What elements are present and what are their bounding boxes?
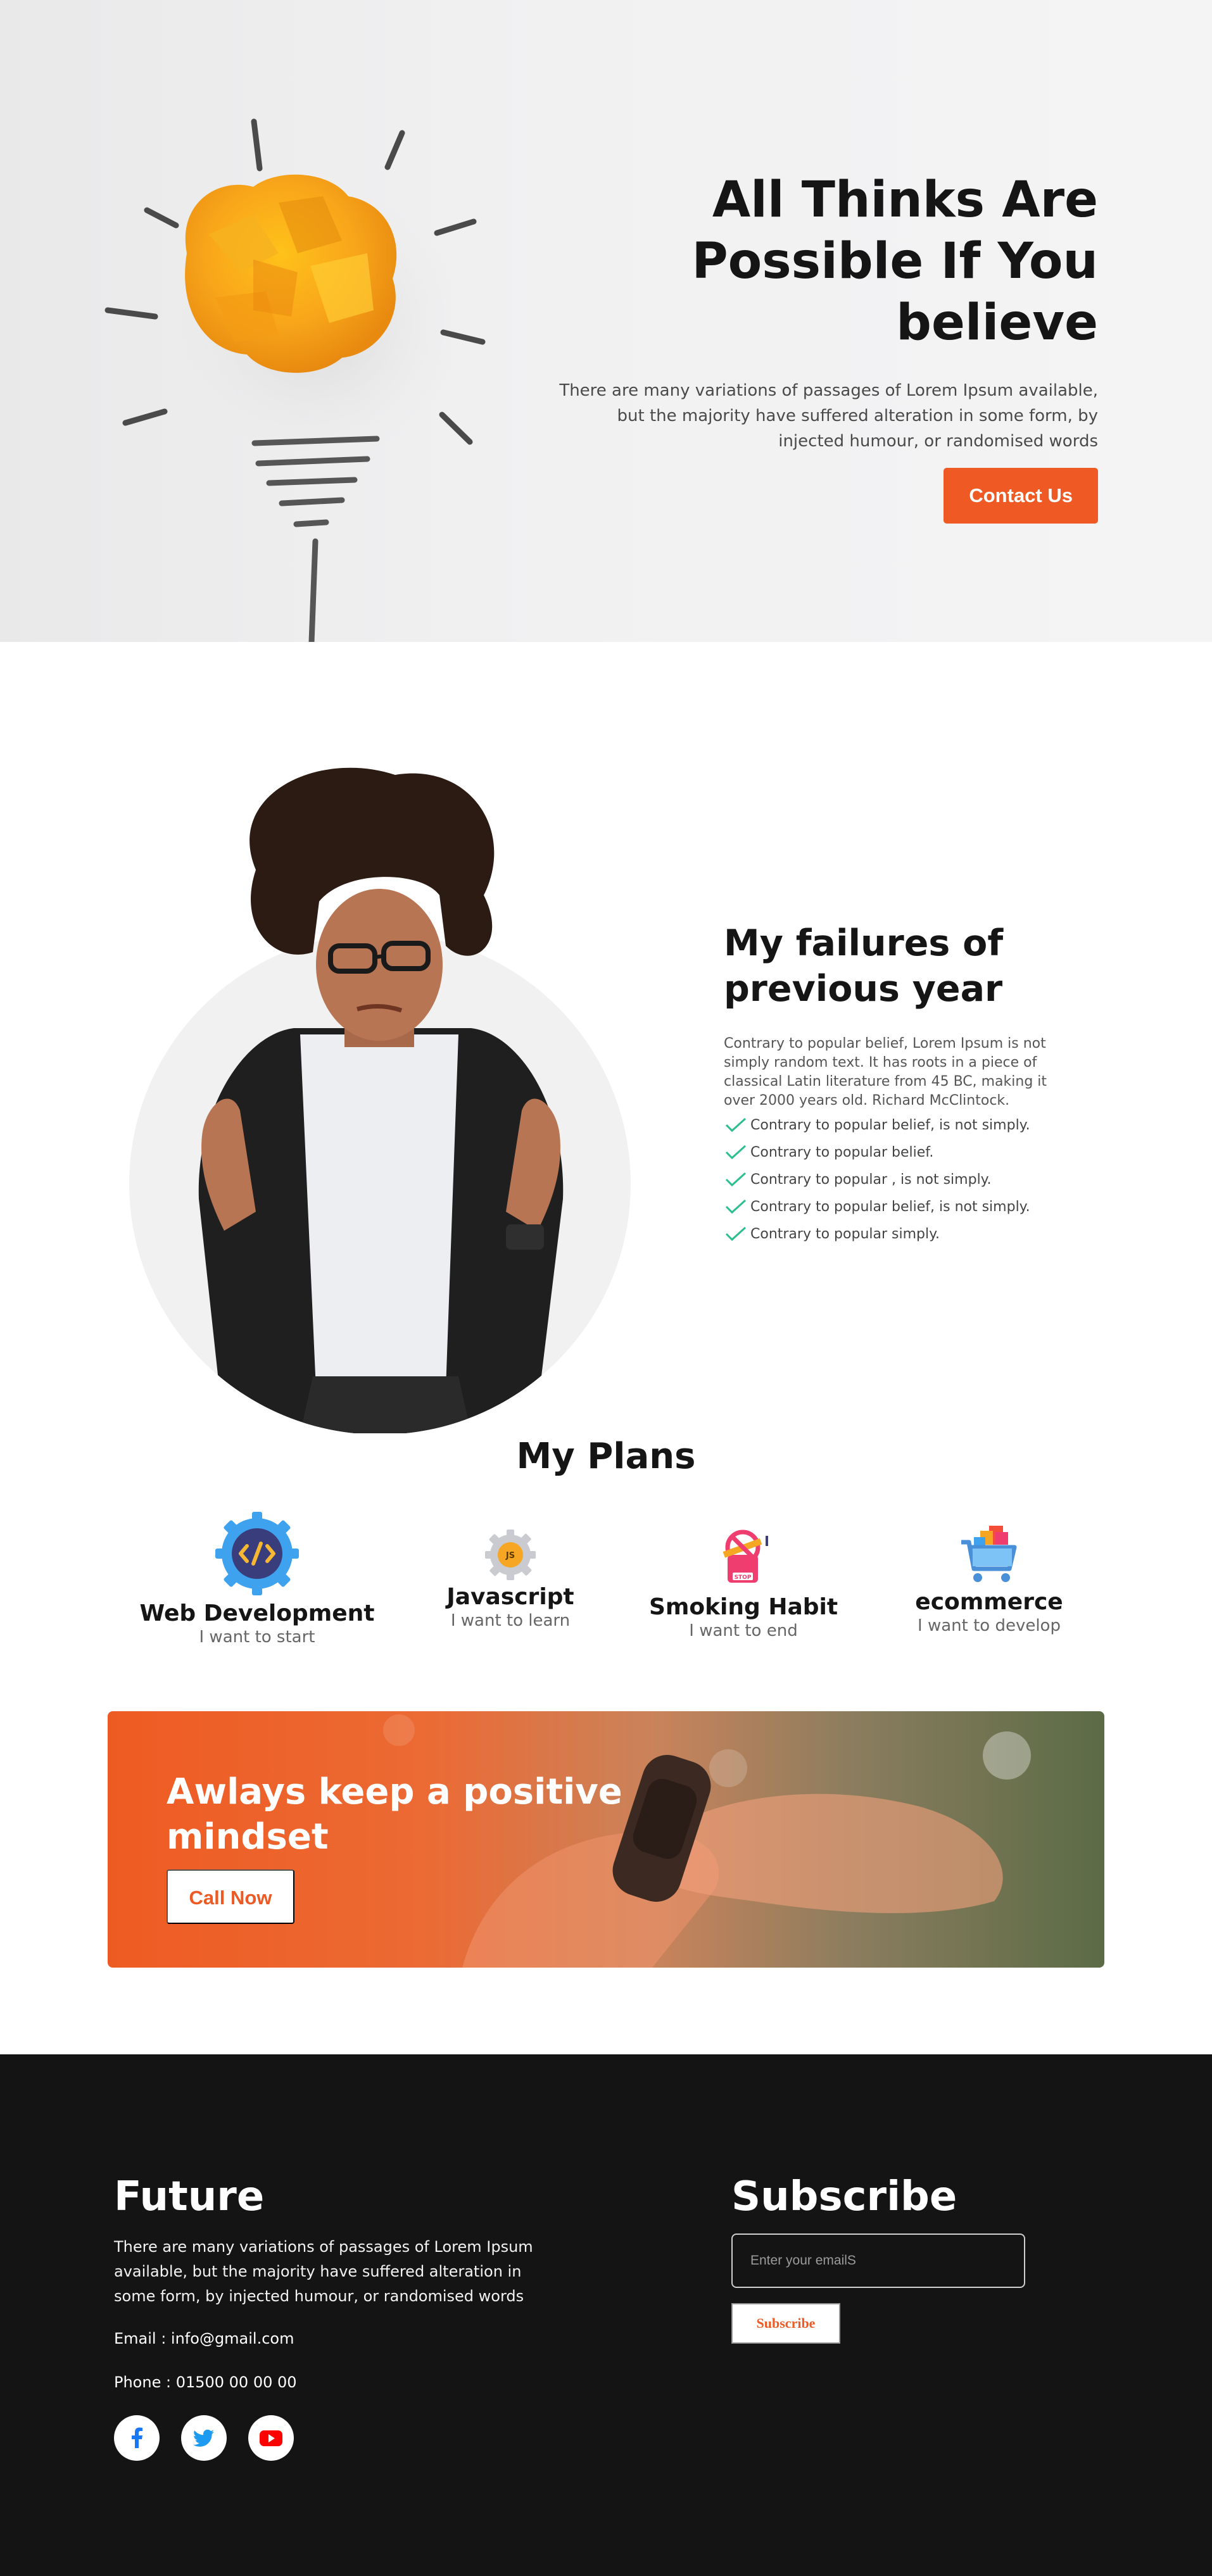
list-item: Contrary to popular belief, is not simpl…	[724, 1193, 1078, 1221]
positive-mindset-banner: Awlays keep a positive mindset Call Now	[108, 1711, 1104, 1968]
check-icon	[725, 1172, 747, 1186]
code-gear-icon	[215, 1512, 299, 1595]
failures-check-list: Contrary to popular belief, is not simpl…	[724, 1112, 1078, 1248]
confused-woman-photo	[129, 767, 631, 1433]
failures-content: My failures of previous year Contrary to…	[724, 920, 1078, 1248]
no-smoking-icon: STOP	[723, 1530, 768, 1583]
footer-info: Future There are many variations of pass…	[114, 2171, 557, 2461]
plan-card-javascript: JS Javascript I want to learn	[384, 1528, 637, 1631]
js-gear-icon: JS	[485, 1530, 536, 1580]
hero-title-line: believe	[896, 294, 1098, 351]
shopping-cart-icon	[961, 1526, 1017, 1582]
twitter-icon	[193, 2429, 214, 2447]
list-item-text: Contrary to popular belief, is not simpl…	[750, 1117, 1030, 1133]
list-item: Contrary to popular belief.	[724, 1139, 1078, 1166]
contact-us-button[interactable]: Contact Us	[944, 468, 1098, 524]
plan-name: Web Development	[139, 1600, 375, 1626]
subscribe-title: Subscribe	[731, 2173, 957, 2220]
svg-text:STOP: STOP	[735, 1574, 752, 1581]
check-icon	[725, 1226, 747, 1241]
svg-text:JS: JS	[505, 1551, 515, 1561]
list-item-text: Contrary to popular simply.	[750, 1226, 940, 1242]
youtube-icon	[260, 2430, 282, 2446]
twitter-link[interactable]	[181, 2415, 227, 2461]
list-item-text: Contrary to popular , is not simply.	[750, 1172, 992, 1188]
plan-card-ecommerce: ecommerce I want to develop	[862, 1523, 1116, 1636]
failures-text: Contrary to popular belief, Lorem Ipsum …	[724, 1036, 1047, 1109]
plan-card-web-development: Web Development I want to start	[130, 1509, 384, 1647]
footer-title: Future	[114, 2173, 265, 2220]
hero-title: All Thinks Are Possible If You believe	[553, 170, 1098, 354]
crumpled-paper-lightbulb-icon	[104, 118, 486, 642]
subscribe-block: Subscribe Subscribe	[731, 2171, 1111, 2344]
plan-card-smoking-habit: STOP Smoking Habit I want to end	[617, 1522, 870, 1641]
footer-email: Email : info@gmail.com	[114, 2330, 294, 2347]
list-item: Contrary to popular belief, is not simpl…	[724, 1112, 1078, 1139]
facebook-icon	[132, 2427, 142, 2448]
plans-section: My Plans Web Development I want to start	[0, 1408, 1212, 2054]
list-item-text: Contrary to popular belief, is not simpl…	[750, 1199, 1030, 1215]
hero-title-line: All Thinks Are	[712, 172, 1098, 229]
banner-title: Awlays keep a positive mindset	[167, 1771, 622, 1857]
footer: Future There are many variations of pass…	[0, 2054, 1212, 2576]
footer-text: There are many variations of passages of…	[114, 2238, 533, 2305]
plan-name: ecommerce	[915, 1589, 1063, 1615]
plan-name: Smoking Habit	[648, 1594, 838, 1620]
hero-text: There are many variations of passages of…	[559, 381, 1098, 451]
plans-title: My Plans	[516, 1436, 696, 1477]
youtube-link[interactable]	[248, 2415, 294, 2461]
plan-subtitle: I want to learn	[450, 1611, 571, 1630]
check-icon	[725, 1199, 747, 1214]
facebook-link[interactable]	[114, 2415, 160, 2461]
plan-subtitle: I want to end	[689, 1621, 798, 1640]
email-input[interactable]	[731, 2234, 1025, 2288]
check-icon	[725, 1145, 747, 1159]
call-now-button[interactable]: Call Now	[167, 1869, 294, 1924]
hero-section: All Thinks Are Possible If You believe T…	[0, 0, 1212, 642]
subscribe-button[interactable]: Subscribe	[731, 2303, 840, 2344]
plan-subtitle: I want to develop	[918, 1616, 1061, 1635]
social-links	[114, 2415, 557, 2461]
plan-name: Javascript	[446, 1584, 574, 1610]
list-item: Contrary to popular simply.	[724, 1221, 1078, 1248]
list-item: Contrary to popular , is not simply.	[724, 1166, 1078, 1193]
failures-title: My failures of previous year	[724, 922, 1004, 1010]
check-icon	[725, 1117, 747, 1132]
failures-section: My failures of previous year Contrary to…	[0, 642, 1212, 1433]
plan-subtitle: I want to start	[199, 1628, 315, 1647]
list-item-text: Contrary to popular belief.	[750, 1145, 934, 1160]
footer-phone: Phone : 01500 00 00 00	[114, 2373, 297, 2391]
hero-content: All Thinks Are Possible If You believe T…	[553, 170, 1098, 524]
hero-title-line: Possible If You	[691, 233, 1098, 290]
